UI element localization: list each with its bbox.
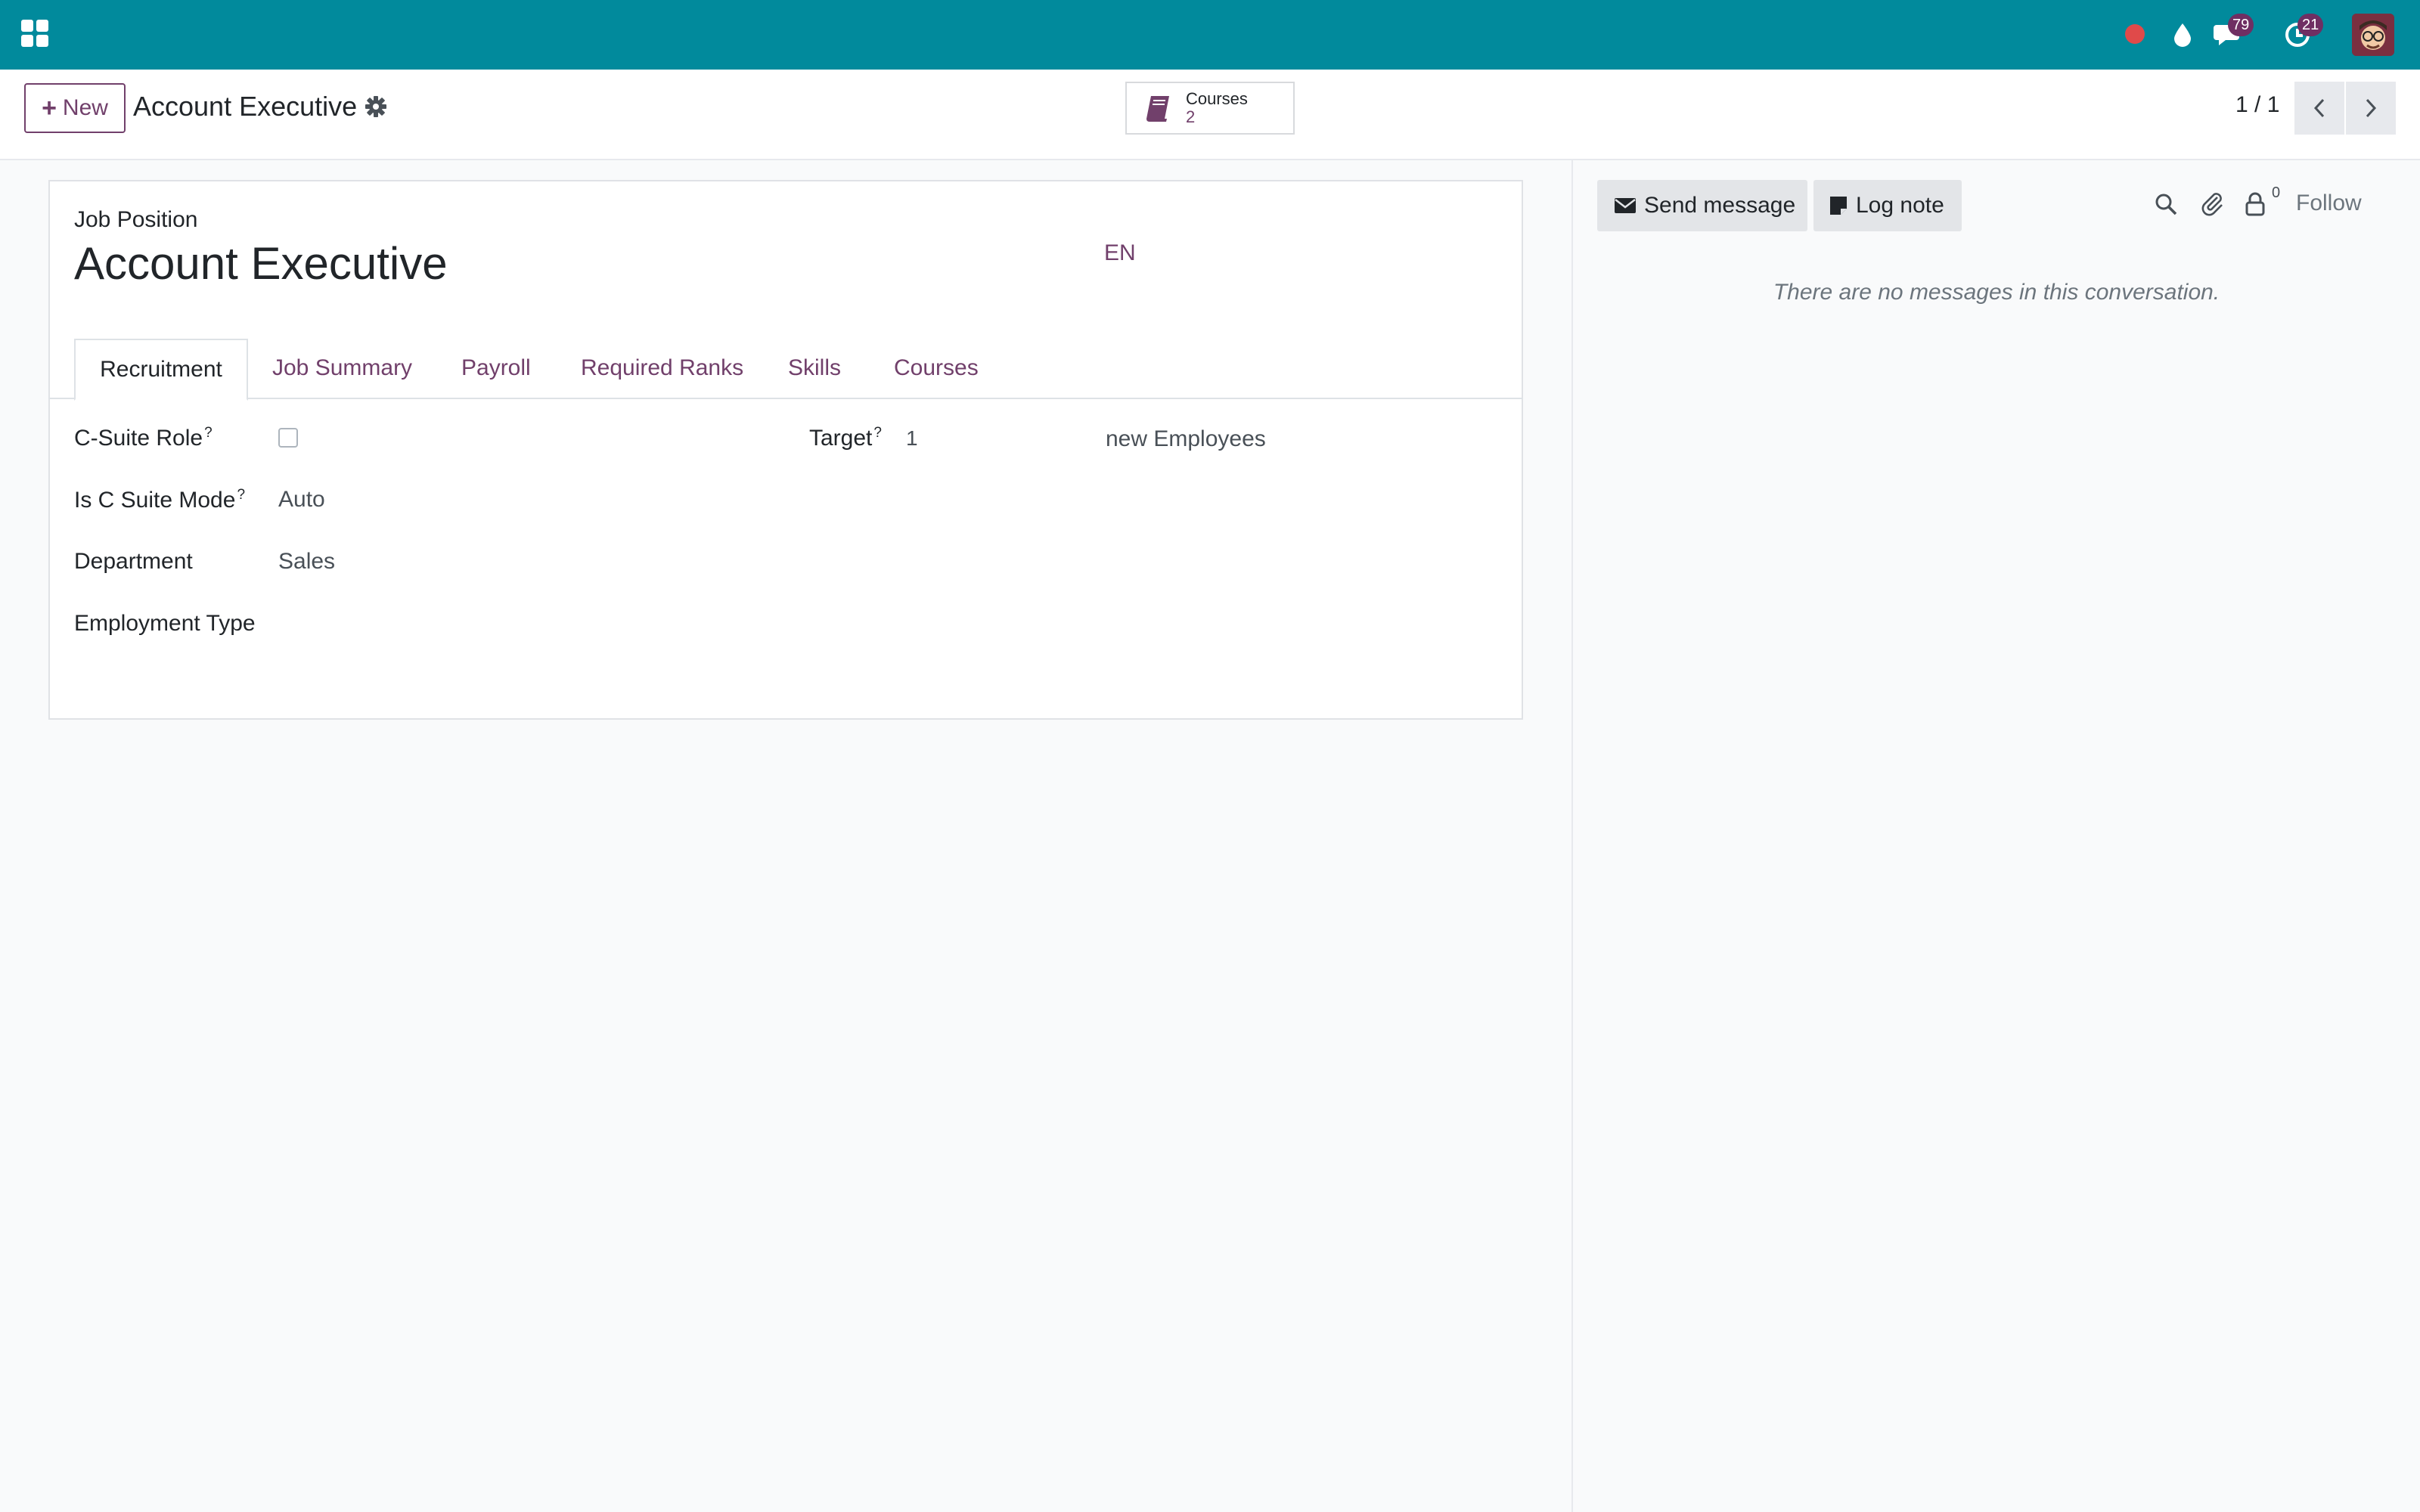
activity-badge: 21 [2297,14,2324,36]
messages-badge: 79 [2228,14,2254,36]
tabs-divider [48,398,1523,399]
book-icon [1142,91,1175,125]
department-label: Department [74,549,193,574]
chevron-left-icon [2313,98,2325,118]
plus-icon: + [42,93,57,122]
log-note-button[interactable]: Log note [1813,180,1962,231]
is-c-suite-mode-label: Is C Suite Mode? [74,487,246,513]
empty-conversation-message: There are no messages in this conversati… [1773,280,2220,305]
user-avatar[interactable] [2352,14,2394,56]
tab-recruitment[interactable]: Recruitment [74,339,248,401]
gear-icon[interactable] [363,94,389,119]
c-suite-role-label: C-Suite Role? [74,425,213,451]
language-button[interactable]: EN [1104,240,1136,266]
form-overline-label: Job Position [74,207,198,232]
pager-previous-button[interactable] [2294,82,2344,135]
tab-courses[interactable]: Courses [894,339,979,398]
messages-icon[interactable]: 79 [2211,14,2254,51]
is-c-suite-mode-field[interactable]: Auto [278,487,325,513]
job-name-field[interactable]: Account Executive [74,237,448,290]
follow-button[interactable]: Follow [2296,191,2362,216]
smart-button-label: Courses [1186,88,1248,108]
department-field[interactable]: Sales [278,549,335,575]
search-icon[interactable] [2151,189,2181,219]
target-help-icon[interactable]: ? [873,425,882,441]
send-message-button[interactable]: Send message [1597,180,1807,231]
tab-payroll[interactable]: Payroll [461,339,531,398]
activity-clock-icon[interactable]: 21 [2281,14,2324,51]
breadcrumb-record-name: Account Executive [133,91,358,122]
target-unit-label: new Employees [1106,426,1266,451]
new-record-button[interactable]: + New [24,83,126,133]
chatter-divider [1571,159,1573,1512]
top-navbar [0,0,2420,70]
courses-smart-button[interactable]: Courses 2 [1125,82,1295,135]
target-field[interactable]: 1 [906,426,918,451]
send-message-label: Send message [1644,193,1796,218]
tab-skills[interactable]: Skills [788,339,841,398]
pager-value[interactable]: 1 / 1 [2235,92,2279,118]
smart-button-count: 2 [1186,107,1196,126]
new-button-label: New [62,95,108,120]
paperclip-icon[interactable] [2198,189,2228,219]
record-indicator-icon[interactable] [2125,24,2145,44]
c-suite-role-checkbox[interactable] [278,428,298,448]
lock-icon[interactable] [2240,189,2270,219]
employment-type-field[interactable] [278,611,732,638]
employment-type-label: Employment Type [74,611,256,636]
note-icon [1830,197,1847,215]
c-suite-role-help-icon[interactable]: ? [204,425,213,441]
tab-required-ranks[interactable]: Required Ranks [581,339,743,398]
target-label: Target? [809,425,882,451]
pager-next-button[interactable] [2346,82,2396,135]
envelope-icon [1615,198,1636,213]
follower-count: 0 [2272,184,2281,201]
is-c-suite-mode-help-icon[interactable]: ? [237,487,245,503]
log-note-label: Log note [1856,193,1944,218]
tab-job-summary[interactable]: Job Summary [272,339,412,398]
chevron-right-icon [2366,98,2377,118]
water-drop-icon[interactable] [2169,18,2196,51]
apps-menu-icon[interactable] [21,20,48,47]
